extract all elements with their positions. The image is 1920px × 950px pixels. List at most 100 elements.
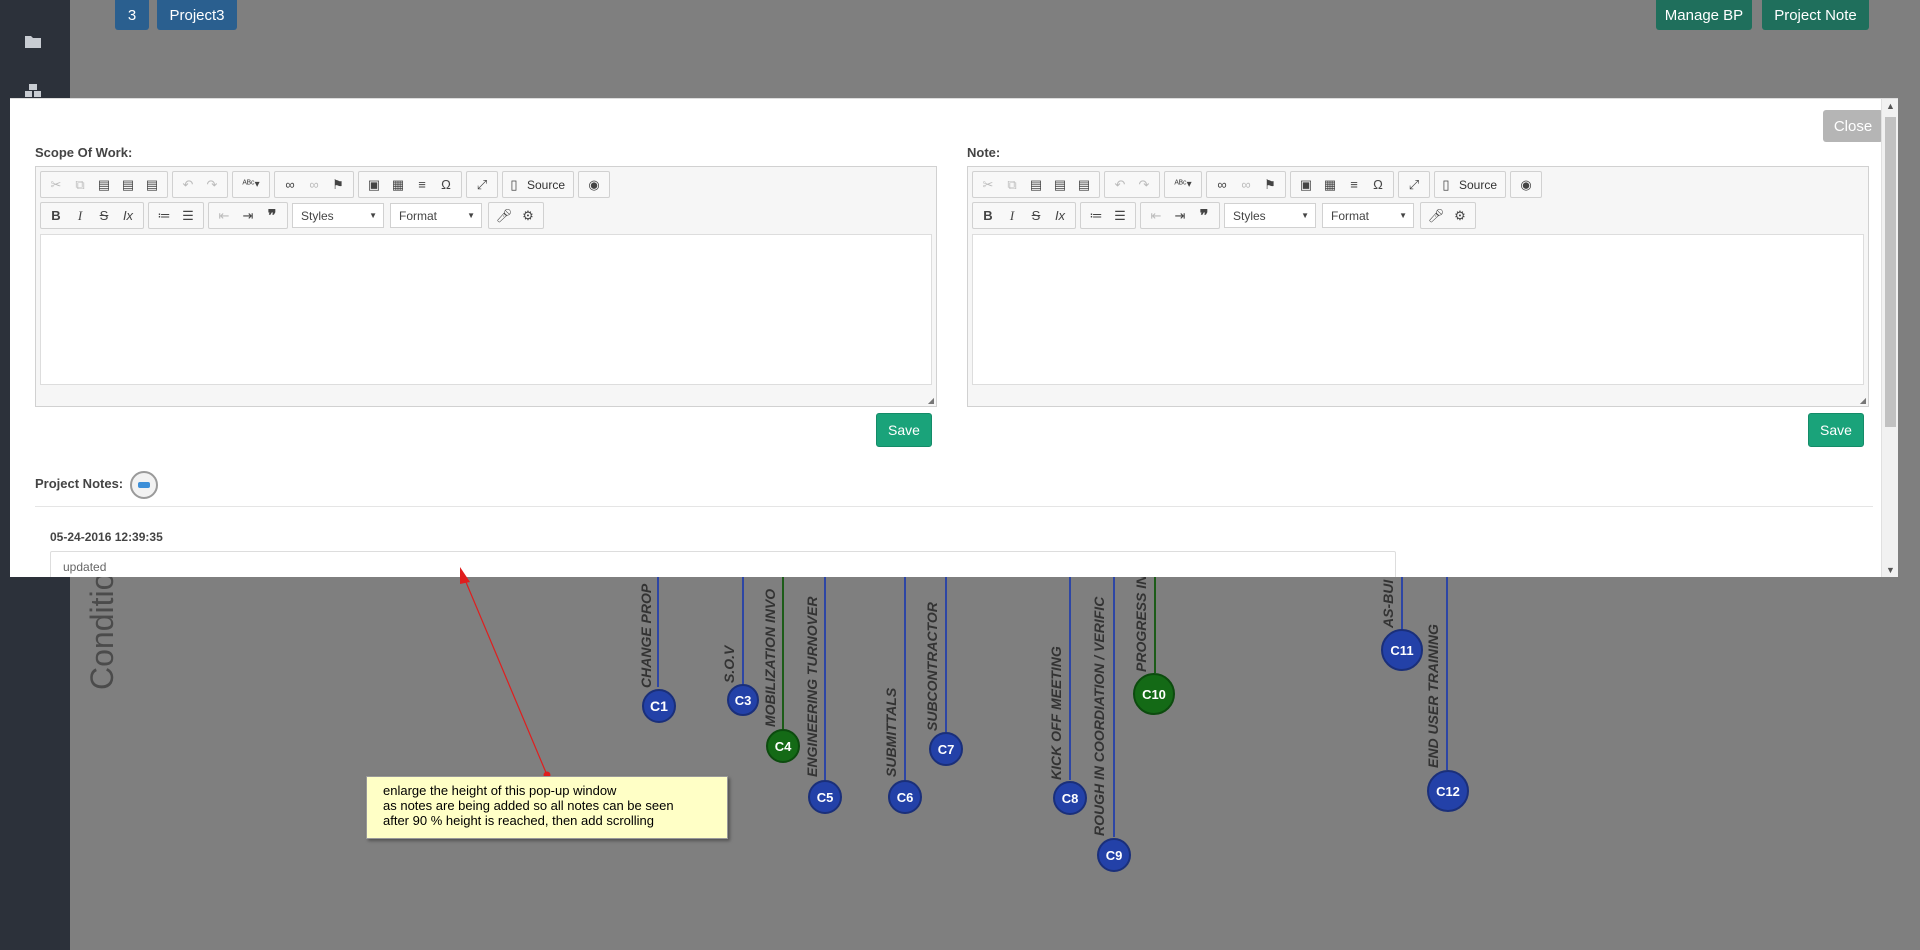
resize-handle-icon[interactable]: ◢	[1860, 396, 1866, 405]
spellcheck-icon[interactable]: ᴬᴮᶜ▾	[1168, 173, 1198, 196]
bold-icon[interactable]: B	[44, 204, 68, 227]
spellcheck-icon[interactable]: ᴬᴮᶜ▾	[236, 173, 266, 196]
paste-text-icon[interactable]: ▤	[1048, 173, 1072, 196]
remove-format-icon[interactable]: Ix	[1048, 204, 1072, 227]
numbered-list-icon[interactable]: ≔	[152, 204, 176, 227]
milestone-label: S.O.V	[721, 645, 737, 683]
paste-word-icon[interactable]: ▤	[1072, 173, 1096, 196]
special-char-icon[interactable]: Ω	[1366, 173, 1390, 196]
microphone-icon[interactable]: 🎤︎	[492, 204, 516, 227]
indent-icon[interactable]: ⇥	[236, 204, 260, 227]
italic-icon[interactable]: I	[1000, 204, 1024, 227]
scrollbar-thumb[interactable]	[1885, 117, 1896, 427]
save-note-button[interactable]: Save	[1808, 413, 1864, 447]
unlink-icon[interactable]: ∞	[1234, 173, 1258, 196]
format-dropdown[interactable]: Format ▼	[390, 203, 482, 228]
source-button[interactable]: Source	[1454, 173, 1502, 196]
milestone-node-c9[interactable]: C9	[1097, 838, 1131, 872]
link-icon[interactable]: ∞	[1210, 173, 1234, 196]
milestone-label: CHANGE PROP	[638, 583, 654, 688]
folder-icon[interactable]	[25, 34, 43, 50]
special-char-icon[interactable]: Ω	[434, 173, 458, 196]
microphone-icon[interactable]: 🎤︎	[1424, 204, 1448, 227]
anchor-flag-icon[interactable]: ⚑	[326, 173, 350, 196]
paste-icon[interactable]: ▤	[92, 173, 116, 196]
speech-settings-icon[interactable]: ⚙	[516, 204, 540, 227]
project-number-tab[interactable]: 3	[115, 0, 149, 30]
milestone-node-c10[interactable]: C10	[1133, 673, 1175, 715]
indent-icon[interactable]: ⇥	[1168, 204, 1192, 227]
collapse-notes-toggle[interactable]	[130, 471, 158, 499]
maximize-icon[interactable]: ⤢	[1402, 173, 1426, 196]
styles-dropdown-label: Styles	[1233, 208, 1266, 223]
scroll-up-icon[interactable]: ▲	[1886, 101, 1895, 111]
outdent-icon[interactable]: ⇤	[212, 204, 236, 227]
italic-icon[interactable]: I	[68, 204, 92, 227]
milestone-node-c3[interactable]: C3	[727, 684, 759, 716]
source-icon[interactable]: ▯	[1438, 173, 1454, 196]
copy-icon[interactable]: ⧉	[68, 173, 92, 196]
milestone-node-c5[interactable]: C5	[808, 780, 842, 814]
milestone-node-c12[interactable]: C12	[1427, 770, 1469, 812]
numbered-list-icon[interactable]: ≔	[1084, 204, 1108, 227]
close-button[interactable]: Close	[1823, 110, 1883, 142]
bulleted-list-icon[interactable]: ☰	[1108, 204, 1132, 227]
paste-text-icon[interactable]: ▤	[116, 173, 140, 196]
milestone-node-c8[interactable]: C8	[1053, 781, 1087, 815]
source-button[interactable]: Source	[522, 173, 570, 196]
note-entry: updated	[50, 551, 1396, 577]
milestone-node-c7[interactable]: C7	[929, 732, 963, 766]
bulleted-list-icon[interactable]: ☰	[176, 204, 200, 227]
source-icon[interactable]: ▯	[506, 173, 522, 196]
milestone-node-c1[interactable]: C1	[642, 689, 676, 723]
maximize-icon[interactable]: ⤢	[470, 173, 494, 196]
speech-settings-icon[interactable]: ⚙	[1448, 204, 1472, 227]
save-scope-button[interactable]: Save	[876, 413, 932, 447]
table-icon[interactable]: ▦	[1318, 173, 1342, 196]
remove-format-icon[interactable]: Ix	[116, 204, 140, 227]
manage-bp-button[interactable]: Manage BP	[1656, 0, 1752, 30]
chevron-down-icon: ▼	[467, 211, 475, 220]
cut-icon[interactable]: ✂	[44, 173, 68, 196]
scroll-down-icon[interactable]: ▼	[1886, 565, 1895, 575]
milestone-node-c4[interactable]: C4	[766, 729, 800, 763]
resize-handle-icon[interactable]: ◢	[928, 396, 934, 405]
scope-of-work-textarea[interactable]	[40, 234, 932, 385]
milestone-node-c6[interactable]: C6	[888, 780, 922, 814]
outdent-icon[interactable]: ⇤	[1144, 204, 1168, 227]
image-icon[interactable]: ▣	[1294, 173, 1318, 196]
anchor-flag-icon[interactable]: ⚑	[1258, 173, 1282, 196]
project-name-tab[interactable]: Project3	[157, 0, 237, 30]
paste-word-icon[interactable]: ▤	[140, 173, 164, 196]
note-textarea[interactable]	[972, 234, 1864, 385]
copy-icon[interactable]: ⧉	[1000, 173, 1024, 196]
annotation-callout: enlarge the height of this pop-up window…	[366, 776, 728, 839]
speaker-icon[interactable]: ◉	[582, 173, 606, 196]
redo-icon[interactable]: ↷	[200, 173, 224, 196]
milestone-node-c11[interactable]: C11	[1381, 629, 1423, 671]
paste-icon[interactable]: ▤	[1024, 173, 1048, 196]
table-icon[interactable]: ▦	[386, 173, 410, 196]
modal-scrollbar[interactable]: ▲ ▼	[1881, 99, 1898, 577]
project-note-button[interactable]: Project Note	[1762, 0, 1869, 30]
redo-icon[interactable]: ↷	[1132, 173, 1156, 196]
image-icon[interactable]: ▣	[362, 173, 386, 196]
horizontal-line-icon[interactable]: ≡	[410, 173, 434, 196]
blockquote-icon[interactable]: ❞	[260, 204, 284, 227]
horizontal-line-icon[interactable]: ≡	[1342, 173, 1366, 196]
bold-icon[interactable]: B	[976, 204, 1000, 227]
speaker-icon[interactable]: ◉	[1514, 173, 1538, 196]
strikethrough-icon[interactable]: S	[92, 204, 116, 227]
note-editor: ✂ ⧉ ▤ ▤ ▤ ↶ ↷ ᴬᴮᶜ▾ ∞ ∞ ⚑ ▣ ▦ ≡ Ω ⤢ ▯ Sou…	[967, 166, 1869, 407]
strikethrough-icon[interactable]: S	[1024, 204, 1048, 227]
format-dropdown[interactable]: Format ▼	[1322, 203, 1414, 228]
blockquote-icon[interactable]: ❞	[1192, 204, 1216, 227]
cut-icon[interactable]: ✂	[976, 173, 1000, 196]
undo-icon[interactable]: ↶	[1108, 173, 1132, 196]
undo-icon[interactable]: ↶	[176, 173, 200, 196]
milestone-label: ENGINEERING TURNOVER	[804, 596, 820, 777]
styles-dropdown[interactable]: Styles ▼	[1224, 203, 1316, 228]
unlink-icon[interactable]: ∞	[302, 173, 326, 196]
styles-dropdown[interactable]: Styles ▼	[292, 203, 384, 228]
link-icon[interactable]: ∞	[278, 173, 302, 196]
